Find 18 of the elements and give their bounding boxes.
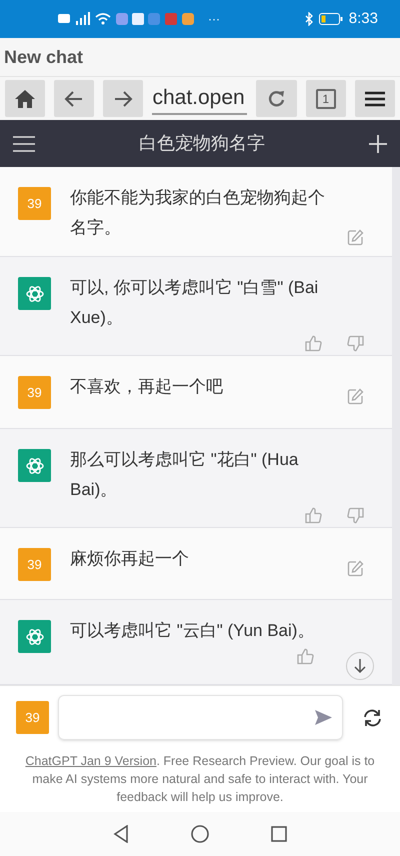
message-text: 可以, 你可以考虑叫它 "白雪" (Bai Xue)。 bbox=[70, 277, 320, 329]
overflow-indicator: ··· bbox=[208, 11, 220, 28]
address-field[interactable]: chat.open bbox=[152, 82, 248, 114]
version-link[interactable]: ChatGPT Jan 9 Version bbox=[25, 754, 156, 768]
user-avatar: 39 bbox=[16, 701, 49, 734]
user-avatar: 39 bbox=[18, 187, 51, 220]
message-text: 可以考虑叫它 "云白" (Yun Bai)。 bbox=[70, 620, 316, 642]
user-avatar: 39 bbox=[18, 376, 51, 409]
page-title: New chat bbox=[4, 46, 84, 68]
clock-time: 8:33 bbox=[348, 8, 378, 29]
chat-title: 白色宠物狗名字 bbox=[138, 132, 266, 155]
user-avatar: 39 bbox=[18, 548, 51, 581]
disclaimer-text: ChatGPT Jan 9 Version. Free Research Preview. Our goal is to make AI systems more natural and safe to interact with. Your feedback will help us improve. bbox=[24, 753, 376, 806]
tabs-button[interactable]: 1 bbox=[306, 80, 346, 117]
message-text: 那么可以考虑叫它 "花白" (Hua Bai)。 bbox=[70, 449, 300, 501]
message-text: 麻烦你再起一个 bbox=[70, 548, 190, 570]
message-text: 不喜欢，再起一个吧 bbox=[70, 376, 224, 398]
message-text: 你能不能为我家的白色宠物狗起个名字。 bbox=[70, 187, 326, 239]
